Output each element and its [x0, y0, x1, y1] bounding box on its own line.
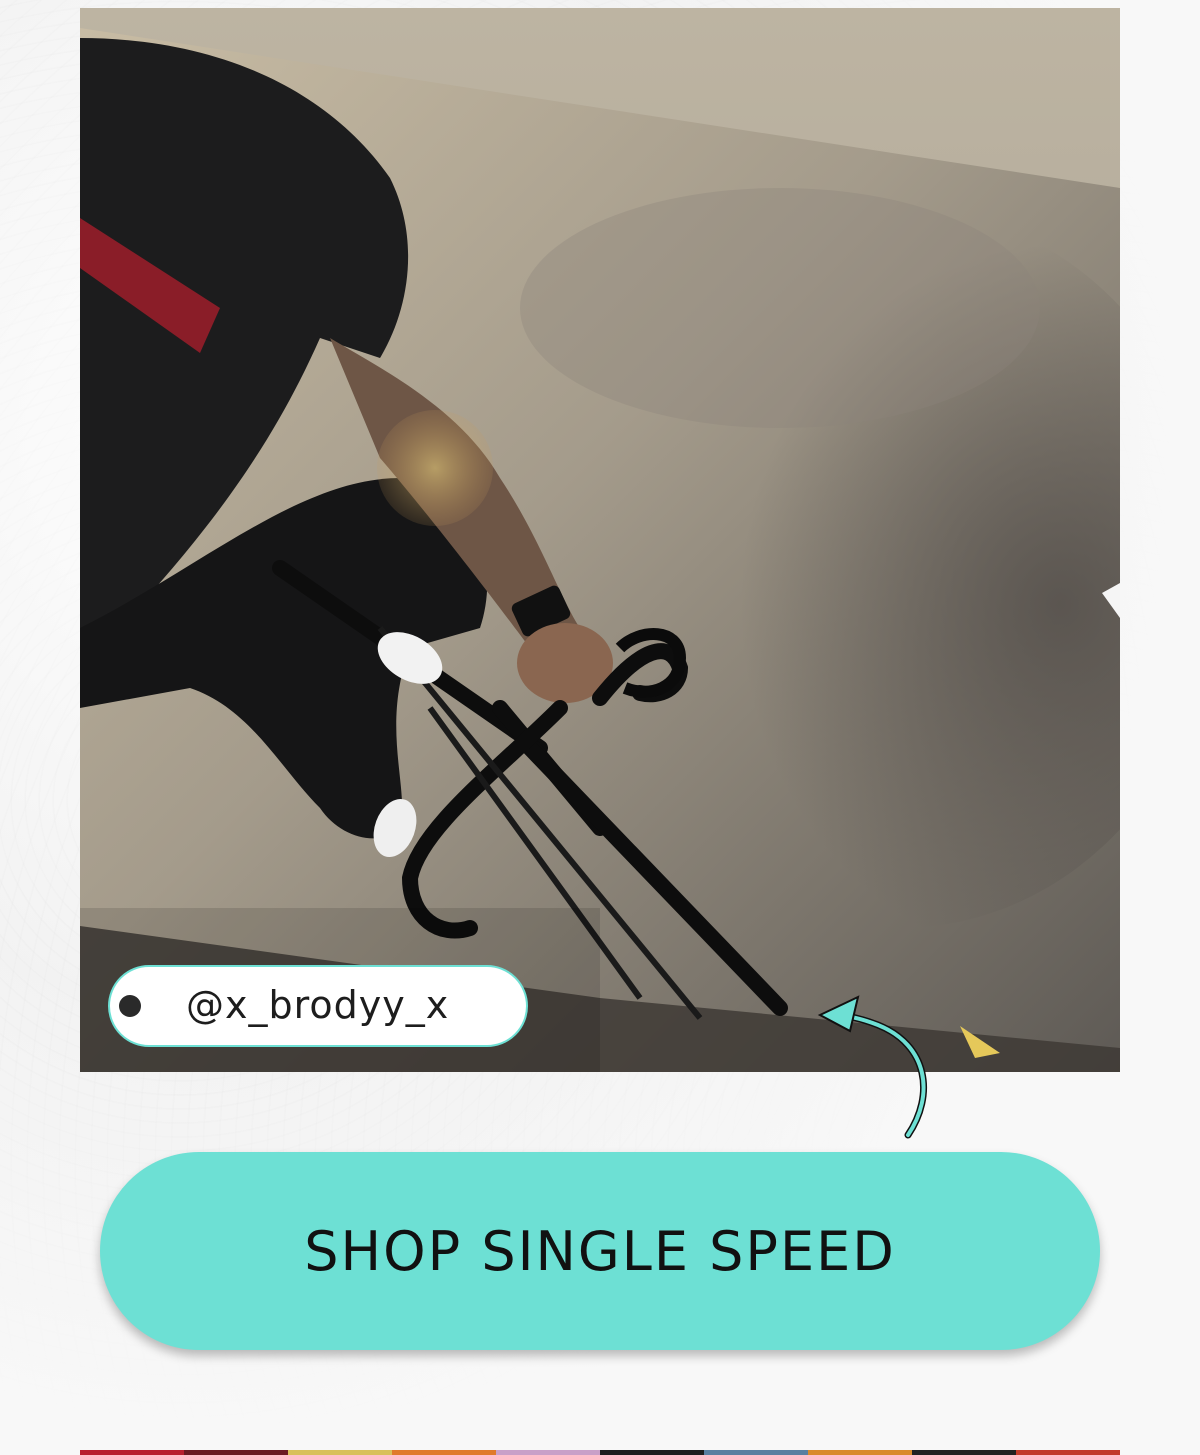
strip-segment [392, 1450, 496, 1455]
bullet-dot-icon [119, 995, 141, 1017]
strip-segment [184, 1450, 288, 1455]
instagram-handle: @x_brodyy_x [186, 983, 450, 1027]
strip-segment [288, 1450, 392, 1455]
strip-segment [496, 1450, 600, 1455]
strip-segment [912, 1450, 1016, 1455]
strip-segment [1016, 1450, 1120, 1455]
shop-single-speed-button[interactable]: SHOP SINGLE SPEED [100, 1152, 1100, 1350]
cyclist-photo-illustration [80, 8, 1120, 1072]
strip-segment [704, 1450, 808, 1455]
curved-arrow-icon [817, 995, 928, 1139]
instagram-handle-tag[interactable]: @x_brodyy_x [108, 965, 528, 1047]
product-strip-edge [80, 1450, 1120, 1455]
cyclist-photo[interactable] [80, 8, 1120, 1072]
shop-single-speed-label: SHOP SINGLE SPEED [304, 1219, 896, 1283]
strip-segment [808, 1450, 912, 1455]
strip-segment [80, 1450, 184, 1455]
email-section: @x_brodyy_x SHOP SINGLE SPEED [0, 0, 1200, 1455]
strip-segment [600, 1450, 704, 1455]
